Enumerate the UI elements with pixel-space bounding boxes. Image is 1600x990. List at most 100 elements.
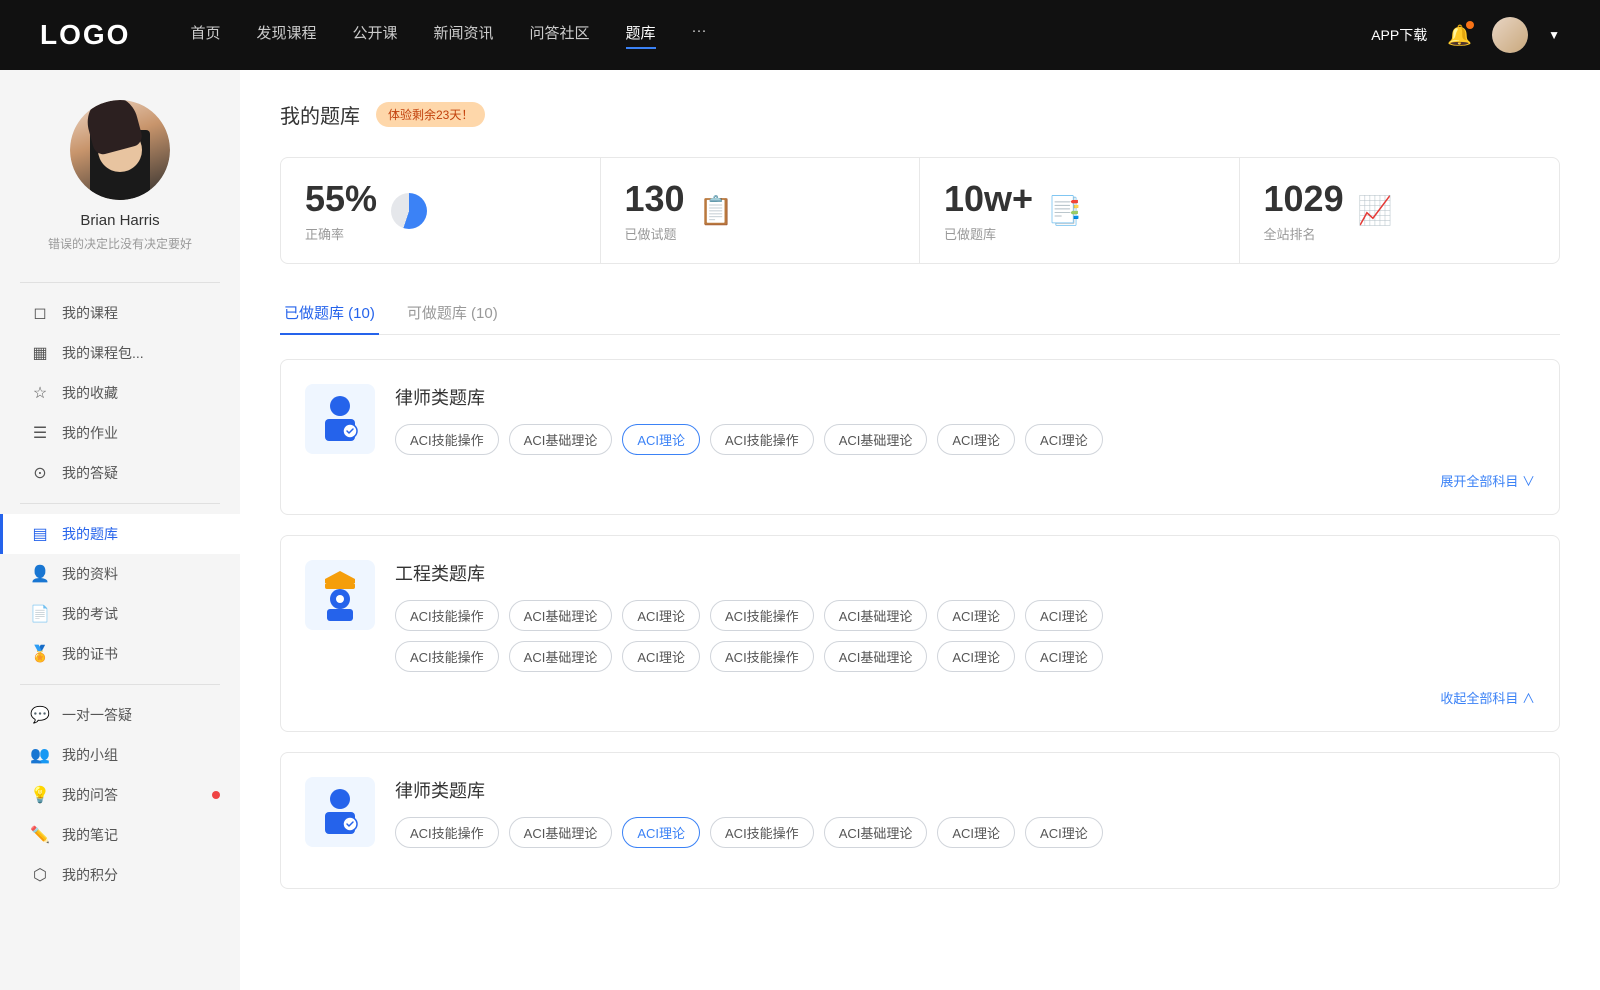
questions-icon: 📋 bbox=[699, 194, 734, 227]
sidebar-divider-3 bbox=[20, 684, 220, 685]
accuracy-chart bbox=[391, 193, 427, 229]
qbank-2-tag-3[interactable]: ACI技能操作 bbox=[710, 817, 814, 848]
qbank-1-tag-1[interactable]: ACI基础理论 bbox=[509, 600, 613, 631]
questions-value: 130 bbox=[625, 178, 685, 220]
trial-badge: 体验剩余23天！ bbox=[376, 102, 485, 127]
qbank-1-tag-5[interactable]: ACI理论 bbox=[937, 600, 1015, 631]
sidebar-item-questions[interactable]: 💡 我的问答 bbox=[0, 775, 240, 815]
qbank-1-tag-r2-1[interactable]: ACI基础理论 bbox=[509, 641, 613, 672]
qbank-1-tag-r2-0[interactable]: ACI技能操作 bbox=[395, 641, 499, 672]
qbank-1-tag-3[interactable]: ACI技能操作 bbox=[710, 600, 814, 631]
qbank-2-tag-6[interactable]: ACI理论 bbox=[1025, 817, 1103, 848]
nav-news[interactable]: 新闻资讯 bbox=[434, 22, 494, 49]
nav-open-course[interactable]: 公开课 bbox=[352, 22, 397, 49]
sidebar-divider bbox=[20, 282, 220, 283]
sidebar-item-notes[interactable]: ✏️ 我的笔记 bbox=[0, 815, 240, 855]
qbank-1-tag-r2-6[interactable]: ACI理论 bbox=[1025, 641, 1103, 672]
nav-more[interactable]: ··· bbox=[692, 22, 707, 49]
sidebar-item-favorites[interactable]: ☆ 我的收藏 bbox=[0, 373, 240, 413]
tabs: 已做题库 (10) 可做题库 (10) bbox=[280, 292, 1560, 335]
group-icon: 👥 bbox=[30, 745, 50, 765]
accuracy-label: 正确率 bbox=[305, 224, 377, 243]
qbank-0-tag-5[interactable]: ACI理论 bbox=[937, 424, 1015, 455]
sidebar-item-course[interactable]: ◻ 我的课程 bbox=[0, 293, 240, 333]
qbank-2-tag-0[interactable]: ACI技能操作 bbox=[395, 817, 499, 848]
qbank-1-tag-6[interactable]: ACI理论 bbox=[1025, 600, 1103, 631]
sidebar-item-certificate[interactable]: 🏅 我的证书 bbox=[0, 634, 240, 674]
profile-icon: 👤 bbox=[30, 564, 50, 584]
sidebar-item-exam[interactable]: 📄 我的考试 bbox=[0, 594, 240, 634]
questions-label: 已做试题 bbox=[625, 224, 685, 243]
qbank-2-tag-4[interactable]: ACI基础理论 bbox=[824, 817, 928, 848]
sidebar-item-group[interactable]: 👥 我的小组 bbox=[0, 735, 240, 775]
qbank-1-tag-0[interactable]: ACI技能操作 bbox=[395, 600, 499, 631]
qbank-card-1-body: 工程类题库 ACI技能操作 ACI基础理论 ACI理论 ACI技能操作 ACI基… bbox=[395, 560, 1535, 672]
banks-value: 10w+ bbox=[944, 178, 1033, 220]
star-icon: ☆ bbox=[30, 383, 50, 403]
lawyer-icon bbox=[305, 384, 375, 454]
qbank-0-tag-6[interactable]: ACI理论 bbox=[1025, 424, 1103, 455]
qbank-1-tag-r2-2[interactable]: ACI理论 bbox=[622, 641, 700, 672]
user-avatar[interactable] bbox=[1492, 17, 1528, 53]
qbank-card-0-header: 律师类题库 ACI技能操作 ACI基础理论 ACI理论 ACI技能操作 ACI基… bbox=[305, 384, 1535, 455]
qbank-2-tag-2[interactable]: ACI理论 bbox=[622, 817, 700, 848]
nav-links: 首页 发现课程 公开课 新闻资讯 问答社区 题库 ··· bbox=[190, 22, 1371, 49]
sidebar-item-qbank[interactable]: ▤ 我的题库 bbox=[0, 514, 240, 554]
stat-banks-content: 10w+ 已做题库 bbox=[944, 178, 1033, 243]
qbank-0-tag-1[interactable]: ACI基础理论 bbox=[509, 424, 613, 455]
sidebar-item-course-package[interactable]: ▦ 我的课程包... bbox=[0, 333, 240, 373]
main-content: 我的题库 体验剩余23天！ 55% 正确率 130 已做试题 📋 bbox=[240, 70, 1600, 990]
qbank-1-tag-4[interactable]: ACI基础理论 bbox=[824, 600, 928, 631]
qbank-1-tag-r2-5[interactable]: ACI理论 bbox=[937, 641, 1015, 672]
notification-bell[interactable]: 🔔 bbox=[1447, 23, 1472, 48]
stat-questions: 130 已做试题 📋 bbox=[601, 158, 921, 263]
tab-todo[interactable]: 可做题库 (10) bbox=[403, 292, 502, 335]
qbank-1-expand[interactable]: 收起全部科目 ∧ bbox=[1440, 688, 1535, 707]
page-header: 我的题库 体验剩余23天！ bbox=[280, 100, 1560, 129]
tab-done[interactable]: 已做题库 (10) bbox=[280, 292, 379, 335]
nav-qa[interactable]: 问答社区 bbox=[530, 22, 590, 49]
qbank-card-0-body: 律师类题库 ACI技能操作 ACI基础理论 ACI理论 ACI技能操作 ACI基… bbox=[395, 384, 1535, 455]
sidebar-item-homework[interactable]: ☰ 我的作业 bbox=[0, 413, 240, 453]
qbank-1-tag-r2-4[interactable]: ACI基础理论 bbox=[824, 641, 928, 672]
course-icon: ◻ bbox=[30, 303, 50, 323]
nav-qbank[interactable]: 题库 bbox=[626, 22, 656, 49]
user-chevron-icon[interactable]: ▼ bbox=[1548, 28, 1560, 42]
sidebar-item-profile[interactable]: 👤 我的资料 bbox=[0, 554, 240, 594]
qbank-0-tags: ACI技能操作 ACI基础理论 ACI理论 ACI技能操作 ACI基础理论 AC… bbox=[395, 424, 1535, 455]
sidebar-menu: ◻ 我的课程 ▦ 我的课程包... ☆ 我的收藏 ☰ 我的作业 ⊙ 我的答疑 ▤ bbox=[0, 293, 240, 895]
qbank-1-title: 工程类题库 bbox=[395, 560, 1535, 586]
banks-label: 已做题库 bbox=[944, 224, 1033, 243]
stat-accuracy-content: 55% 正确率 bbox=[305, 178, 377, 243]
sidebar-item-qa[interactable]: ⊙ 我的答疑 bbox=[0, 453, 240, 493]
qbank-0-tag-0[interactable]: ACI技能操作 bbox=[395, 424, 499, 455]
sidebar-item-1on1[interactable]: 💬 一对一答疑 bbox=[0, 695, 240, 735]
qbank-2-tag-5[interactable]: ACI理论 bbox=[937, 817, 1015, 848]
app-download[interactable]: APP下载 bbox=[1371, 25, 1427, 45]
stat-accuracy: 55% 正确率 bbox=[281, 158, 601, 263]
stats-row: 55% 正确率 130 已做试题 📋 10w+ 已做题库 📑 bbox=[280, 157, 1560, 264]
nav-home[interactable]: 首页 bbox=[190, 22, 220, 49]
qbank-0-tag-3[interactable]: ACI技能操作 bbox=[710, 424, 814, 455]
qbank-1-tags-row1: ACI技能操作 ACI基础理论 ACI理论 ACI技能操作 ACI基础理论 AC… bbox=[395, 600, 1535, 631]
sidebar-item-points[interactable]: ⬡ 我的积分 bbox=[0, 855, 240, 895]
qbank-card-1-header: 工程类题库 ACI技能操作 ACI基础理论 ACI理论 ACI技能操作 ACI基… bbox=[305, 560, 1535, 672]
accuracy-value: 55% bbox=[305, 178, 377, 220]
qbank-2-tags: ACI技能操作 ACI基础理论 ACI理论 ACI技能操作 ACI基础理论 AC… bbox=[395, 817, 1535, 848]
nav-right: APP下载 🔔 ▼ bbox=[1371, 17, 1560, 53]
qbank-1-tag-r2-3[interactable]: ACI技能操作 bbox=[710, 641, 814, 672]
qbank-2-title: 律师类题库 bbox=[395, 777, 1535, 803]
qbank-0-tag-2[interactable]: ACI理论 bbox=[622, 424, 700, 455]
banks-icon: 📑 bbox=[1047, 194, 1082, 227]
qbank-0-expand[interactable]: 展开全部科目 ∨ bbox=[1440, 471, 1535, 490]
qbank-card-0: 律师类题库 ACI技能操作 ACI基础理论 ACI理论 ACI技能操作 ACI基… bbox=[280, 359, 1560, 515]
qbank-0-tag-4[interactable]: ACI基础理论 bbox=[824, 424, 928, 455]
avatar bbox=[70, 100, 170, 200]
questions-dot bbox=[212, 791, 220, 799]
qbank-1-tag-2[interactable]: ACI理论 bbox=[622, 600, 700, 631]
qbank-2-tag-1[interactable]: ACI基础理论 bbox=[509, 817, 613, 848]
course-package-icon: ▦ bbox=[30, 343, 50, 363]
nav-discover[interactable]: 发现课程 bbox=[256, 22, 316, 49]
lawyer-icon-2 bbox=[305, 777, 375, 847]
qbank-card-2-body: 律师类题库 ACI技能操作 ACI基础理论 ACI理论 ACI技能操作 ACI基… bbox=[395, 777, 1535, 848]
